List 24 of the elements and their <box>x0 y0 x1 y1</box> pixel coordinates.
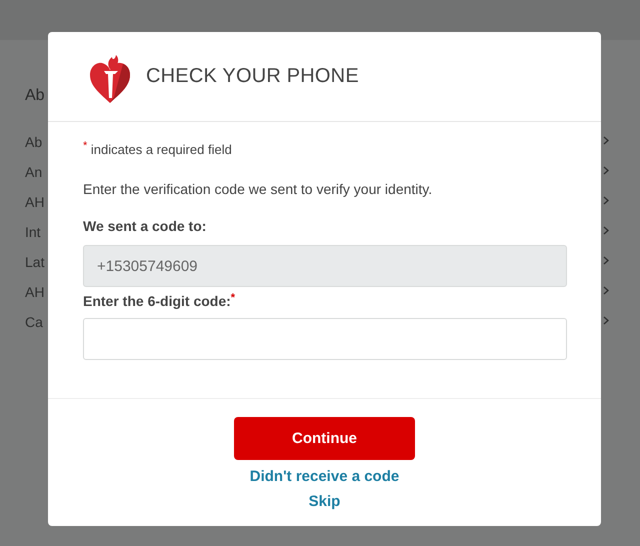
input-field[interactable] <box>83 318 567 360</box>
field-label: Enter the 6-digit code:$^{*}$ <box>83 293 236 309</box>
chevron-right-icon <box>603 286 609 294</box>
instruction-text: Enter the verification code we sent to verify your identity. <box>83 181 434 197</box>
text-link[interactable]: Didn't receive a code <box>250 464 400 489</box>
dialog-title: CHECK YOUR PHONE <box>146 65 359 88</box>
menu-link[interactable]: An <box>25 157 45 187</box>
chevron-right-icon <box>603 166 609 174</box>
continue-button[interactable]: Continue <box>234 417 415 460</box>
chevron-right-icon <box>603 196 609 204</box>
text-link[interactable]: Skip <box>308 489 340 514</box>
menu-link[interactable]: Lat <box>25 247 45 277</box>
menu-link[interactable]: Ab <box>25 127 45 157</box>
required-note: $^{*}$ indicates a required field <box>83 142 233 157</box>
section-heading: Ab <box>25 87 45 105</box>
menu-link[interactable]: AH <box>25 277 45 307</box>
menu-link[interactable]: Int <box>25 217 45 247</box>
menu-link[interactable]: AH <box>25 187 45 217</box>
menu-link[interactable]: Ca <box>25 307 45 337</box>
chevron-right-icon <box>603 256 609 264</box>
chevron-right-icon <box>603 136 609 144</box>
chevron-right-icon <box>603 316 609 324</box>
field-label: We sent a code to: <box>83 218 208 234</box>
chevron-right-icon <box>603 226 609 234</box>
